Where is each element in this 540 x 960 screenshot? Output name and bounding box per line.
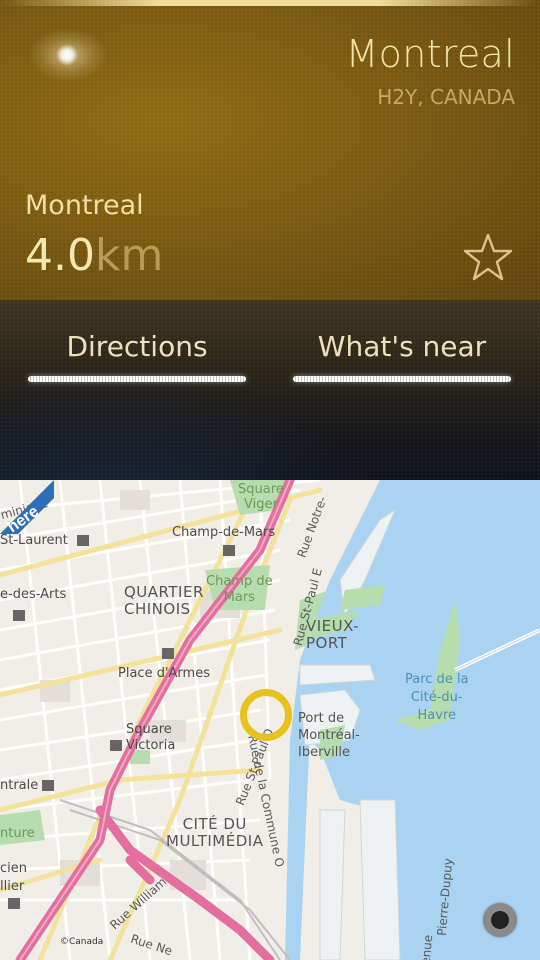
directions-label: Directions	[66, 330, 208, 363]
label-st-laurent: St-Laurent	[0, 533, 68, 548]
label-cite-multimedia: CITÉ DU MULTIMÉDIA	[166, 815, 264, 850]
distance-unit: km	[94, 230, 164, 281]
label-port-de-montreal: Port de Montréal- Iberville	[298, 711, 360, 760]
label-square-viger: Square Viger	[238, 482, 284, 512]
whats-near-underline	[293, 376, 511, 382]
label-nture: nture	[0, 826, 35, 841]
label-quartier-chinois: QUARTIER CHINOIS	[124, 583, 204, 618]
label-parc-cite-havre: Parc de la Cité-du- Havre	[405, 672, 469, 723]
star-outline-icon[interactable]	[462, 232, 514, 282]
label-vieux-port: VIEUX- PORT	[306, 617, 360, 652]
my-location-icon[interactable]	[483, 903, 517, 937]
label-champ-de-mars: Champ-de-Mars	[172, 525, 276, 540]
whats-near-button[interactable]: What's near	[293, 330, 511, 390]
action-bar: Directions What's near	[0, 300, 540, 480]
location-marker	[240, 689, 292, 741]
here-logo: here	[0, 480, 54, 534]
whats-near-label: What's near	[317, 330, 487, 363]
label-champ-de-mars-park: Champ de Mars	[206, 574, 273, 605]
location-dot	[491, 911, 509, 929]
map-copyright: ©Canada	[60, 937, 104, 947]
region-label: H2Y, CANADA	[377, 85, 515, 109]
label-square-victoria: Square Victoria	[126, 722, 176, 753]
distance-readout: 4.0km	[25, 230, 163, 281]
label-ntrale: ntrale	[0, 778, 39, 793]
place-header: Montreal H2Y, CANADA Montreal 4.0km	[0, 0, 540, 300]
directions-underline	[28, 376, 246, 382]
label-des-arts: e-des-Arts	[0, 587, 67, 602]
directions-button[interactable]: Directions	[28, 330, 246, 390]
label-place-d-armes: Place d'Armes	[118, 666, 210, 681]
top-glow-bar	[0, 0, 540, 6]
label-cien-llier: cien llier	[0, 861, 27, 894]
label-avenue: Avenue	[417, 934, 436, 960]
place-name: Montreal	[25, 190, 144, 221]
city-title: Montreal	[345, 32, 515, 76]
distance-value: 4.0	[25, 230, 95, 281]
sparkle-icon	[28, 28, 108, 82]
map-view[interactable]: Square Viger minique Champ-de-Mars Rue N…	[0, 480, 540, 960]
